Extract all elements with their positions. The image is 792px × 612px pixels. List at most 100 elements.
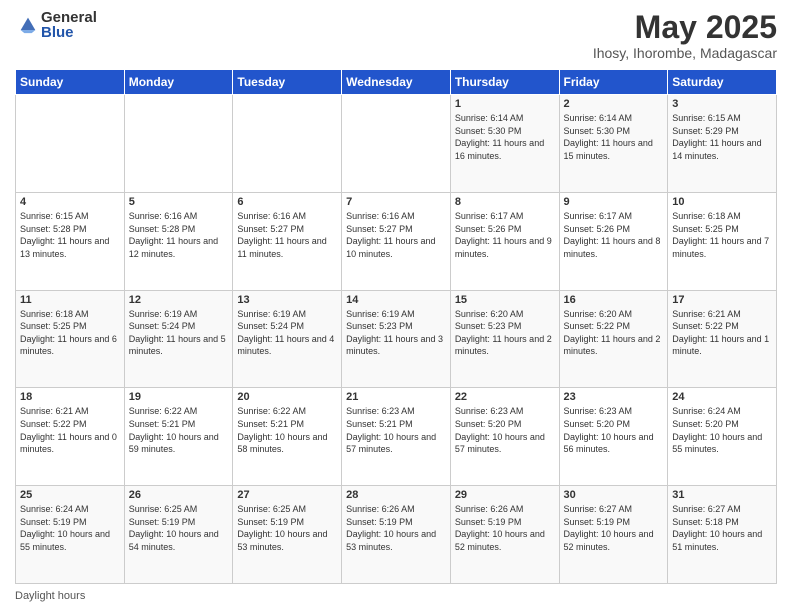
day-info: Sunrise: 6:15 AMSunset: 5:29 PMDaylight:… — [672, 112, 772, 162]
day-number: 12 — [129, 294, 229, 306]
calendar-week-3: 11Sunrise: 6:18 AMSunset: 5:25 PMDayligh… — [16, 290, 777, 388]
day-info: Sunrise: 6:21 AMSunset: 5:22 PMDaylight:… — [672, 308, 772, 358]
day-number: 28 — [346, 489, 446, 501]
day-number: 21 — [346, 391, 446, 403]
day-number: 16 — [564, 294, 664, 306]
day-number: 9 — [564, 196, 664, 208]
table-row: 15 Sunrise: 6:20 AMSunset: 5:23 PMDayligh… — [450, 290, 559, 388]
title-block: May 2025 Ihosy, Ihorombe, Madagascar — [593, 10, 777, 61]
day-number: 31 — [672, 489, 772, 501]
calendar-week-1: 1 Sunrise: 6:14 AMSunset: 5:30 PMDaylight… — [16, 95, 777, 193]
day-number: 30 — [564, 489, 664, 501]
day-info: Sunrise: 6:16 AMSunset: 5:28 PMDaylight:… — [129, 210, 229, 260]
table-row: 16Sunrise: 6:20 AMSunset: 5:22 PMDayligh… — [559, 290, 668, 388]
header-row: Sunday Monday Tuesday Wednesday Thursday… — [16, 70, 777, 95]
day-number: 7 — [346, 196, 446, 208]
table-row: 1 Sunrise: 6:14 AMSunset: 5:30 PMDaylight… — [450, 95, 559, 193]
month-title: May 2025 — [593, 10, 777, 45]
day-info: Sunrise: 6:23 AMSunset: 5:20 PMDaylight:… — [564, 405, 664, 455]
logo-general: General — [41, 10, 97, 25]
day-info: Sunrise: 6:25 AMSunset: 5:19 PMDaylight:… — [237, 503, 337, 553]
day-info: Sunrise: 6:19 AMSunset: 5:24 PMDaylight:… — [237, 308, 337, 358]
table-row: 14 Sunrise: 6:19 AMSunset: 5:23 PMDayligh… — [342, 290, 451, 388]
table-row — [342, 95, 451, 193]
day-number: 3 — [672, 98, 772, 110]
col-saturday: Saturday — [668, 70, 777, 95]
day-info: Sunrise: 6:19 AMSunset: 5:23 PMDaylight:… — [346, 308, 446, 358]
day-number: 15 — [455, 294, 555, 306]
header: General Blue May 2025 Ihosy, Ihorombe, M… — [15, 10, 777, 61]
day-info: Sunrise: 6:26 AMSunset: 5:19 PMDaylight:… — [455, 503, 555, 553]
table-row: 13 Sunrise: 6:19 AMSunset: 5:24 PMDayligh… — [233, 290, 342, 388]
table-row — [124, 95, 233, 193]
day-number: 14 — [346, 294, 446, 306]
calendar-week-5: 25 Sunrise: 6:24 AMSunset: 5:19 PMDayligh… — [16, 486, 777, 584]
table-row: 17 Sunrise: 6:21 AMSunset: 5:22 PMDayligh… — [668, 290, 777, 388]
table-row: 3 Sunrise: 6:15 AMSunset: 5:29 PMDaylight… — [668, 95, 777, 193]
calendar-week-2: 4Sunrise: 6:15 AMSunset: 5:28 PMDaylight… — [16, 192, 777, 290]
col-monday: Monday — [124, 70, 233, 95]
day-number: 8 — [455, 196, 555, 208]
day-number: 18 — [20, 391, 120, 403]
table-row: 25 Sunrise: 6:24 AMSunset: 5:19 PMDayligh… — [16, 486, 125, 584]
day-info: Sunrise: 6:25 AMSunset: 5:19 PMDaylight:… — [129, 503, 229, 553]
calendar-body: 1 Sunrise: 6:14 AMSunset: 5:30 PMDaylight… — [16, 95, 777, 584]
table-row: 2Sunrise: 6:14 AMSunset: 5:30 PMDaylight… — [559, 95, 668, 193]
table-row: 4Sunrise: 6:15 AMSunset: 5:28 PMDaylight… — [16, 192, 125, 290]
table-row: 7 Sunrise: 6:16 AMSunset: 5:27 PMDaylight… — [342, 192, 451, 290]
table-row: 9 Sunrise: 6:17 AMSunset: 5:26 PMDaylight… — [559, 192, 668, 290]
page: General Blue May 2025 Ihosy, Ihorombe, M… — [0, 0, 792, 612]
day-number: 19 — [129, 391, 229, 403]
day-info: Sunrise: 6:16 AMSunset: 5:27 PMDaylight:… — [346, 210, 446, 260]
logo: General Blue — [15, 10, 97, 40]
table-row: 26 Sunrise: 6:25 AMSunset: 5:19 PMDayligh… — [124, 486, 233, 584]
day-info: Sunrise: 6:20 AMSunset: 5:23 PMDaylight:… — [455, 308, 555, 358]
day-info: Sunrise: 6:16 AMSunset: 5:27 PMDaylight:… — [237, 210, 337, 260]
day-info: Sunrise: 6:18 AMSunset: 5:25 PMDaylight:… — [20, 308, 120, 358]
table-row: 10Sunrise: 6:18 AMSunset: 5:25 PMDayligh… — [668, 192, 777, 290]
day-info: Sunrise: 6:24 AMSunset: 5:19 PMDaylight:… — [20, 503, 120, 553]
day-info: Sunrise: 6:23 AMSunset: 5:20 PMDaylight:… — [455, 405, 555, 455]
day-number: 17 — [672, 294, 772, 306]
table-row: 28 Sunrise: 6:26 AMSunset: 5:19 PMDayligh… — [342, 486, 451, 584]
table-row: 29 Sunrise: 6:26 AMSunset: 5:19 PMDayligh… — [450, 486, 559, 584]
day-number: 20 — [237, 391, 337, 403]
day-info: Sunrise: 6:14 AMSunset: 5:30 PMDaylight:… — [455, 112, 555, 162]
day-info: Sunrise: 6:17 AMSunset: 5:26 PMDaylight:… — [455, 210, 555, 260]
day-number: 26 — [129, 489, 229, 501]
table-row: 23Sunrise: 6:23 AMSunset: 5:20 PMDayligh… — [559, 388, 668, 486]
table-row: 27 Sunrise: 6:25 AMSunset: 5:19 PMDayligh… — [233, 486, 342, 584]
day-number: 1 — [455, 98, 555, 110]
col-tuesday: Tuesday — [233, 70, 342, 95]
table-row: 5 Sunrise: 6:16 AMSunset: 5:28 PMDaylight… — [124, 192, 233, 290]
table-row: 11Sunrise: 6:18 AMSunset: 5:25 PMDayligh… — [16, 290, 125, 388]
col-sunday: Sunday — [16, 70, 125, 95]
table-row — [233, 95, 342, 193]
calendar-header: Sunday Monday Tuesday Wednesday Thursday… — [16, 70, 777, 95]
table-row: 22 Sunrise: 6:23 AMSunset: 5:20 PMDayligh… — [450, 388, 559, 486]
footer: Daylight hours — [15, 590, 777, 602]
col-thursday: Thursday — [450, 70, 559, 95]
daylight-label: Daylight hours — [15, 590, 85, 602]
day-number: 29 — [455, 489, 555, 501]
col-wednesday: Wednesday — [342, 70, 451, 95]
logo-text: General Blue — [41, 10, 97, 40]
day-info: Sunrise: 6:22 AMSunset: 5:21 PMDaylight:… — [129, 405, 229, 455]
day-number: 13 — [237, 294, 337, 306]
day-info: Sunrise: 6:27 AMSunset: 5:19 PMDaylight:… — [564, 503, 664, 553]
day-info: Sunrise: 6:17 AMSunset: 5:26 PMDaylight:… — [564, 210, 664, 260]
day-info: Sunrise: 6:22 AMSunset: 5:21 PMDaylight:… — [237, 405, 337, 455]
table-row: 6Sunrise: 6:16 AMSunset: 5:27 PMDaylight… — [233, 192, 342, 290]
day-info: Sunrise: 6:23 AMSunset: 5:21 PMDaylight:… — [346, 405, 446, 455]
day-info: Sunrise: 6:15 AMSunset: 5:28 PMDaylight:… — [20, 210, 120, 260]
day-info: Sunrise: 6:14 AMSunset: 5:30 PMDaylight:… — [564, 112, 664, 162]
day-number: 25 — [20, 489, 120, 501]
day-number: 24 — [672, 391, 772, 403]
table-row: 21 Sunrise: 6:23 AMSunset: 5:21 PMDayligh… — [342, 388, 451, 486]
calendar-table: Sunday Monday Tuesday Wednesday Thursday… — [15, 69, 777, 584]
day-info: Sunrise: 6:26 AMSunset: 5:19 PMDaylight:… — [346, 503, 446, 553]
day-number: 27 — [237, 489, 337, 501]
table-row: 30 Sunrise: 6:27 AMSunset: 5:19 PMDayligh… — [559, 486, 668, 584]
day-number: 22 — [455, 391, 555, 403]
day-number: 5 — [129, 196, 229, 208]
